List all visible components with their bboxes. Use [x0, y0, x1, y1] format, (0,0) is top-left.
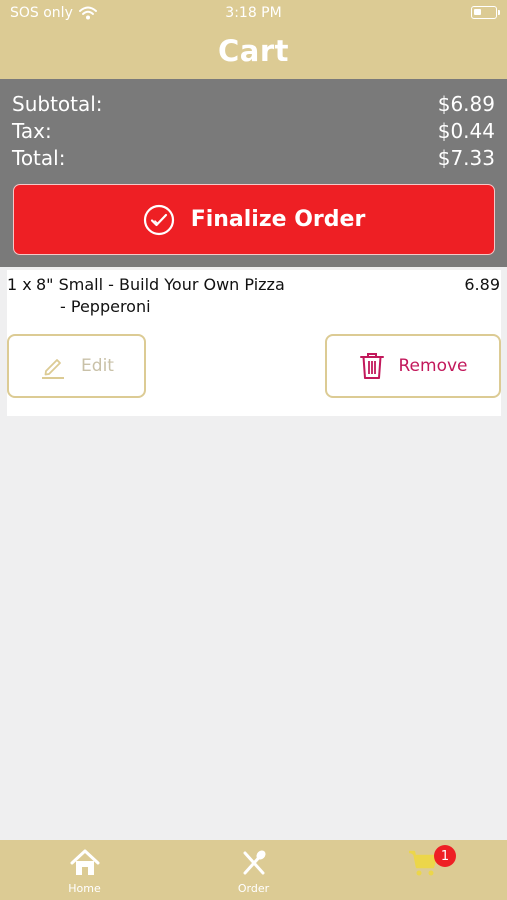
home-icon [70, 849, 99, 875]
tab-order-label: Order [237, 882, 270, 895]
item-name: 8" Small - Build Your Own Pizza [36, 275, 285, 294]
edit-label: Edit [81, 356, 114, 376]
remove-label: Remove [398, 356, 468, 376]
item-modifier: - Pepperoni [60, 297, 151, 316]
order-summary: Subtotal: $6.89 Tax: $0.44 Total: $7.33 … [0, 79, 507, 267]
tax-value: $0.44 [437, 119, 495, 143]
tax-label: Tax: [12, 119, 52, 143]
tab-cart[interactable]: 1 [338, 840, 507, 900]
finalize-order-button[interactable]: Finalize Order [13, 184, 495, 255]
remove-item-button[interactable]: Remove [325, 334, 501, 398]
pencil-icon [42, 359, 65, 379]
total-value: $7.33 [437, 146, 495, 170]
header: SOS only 3:18 PM Cart [0, 0, 507, 79]
tab-home[interactable]: Home [0, 840, 169, 900]
finalize-order-label: Finalize Order [190, 207, 366, 232]
page-title: Cart [217, 34, 290, 68]
subtotal-row: Subtotal: $6.89 [12, 91, 495, 117]
tax-row: Tax: $0.44 [12, 118, 495, 144]
item-quantity: 1 x [7, 275, 32, 294]
status-bar: SOS only 3:18 PM [0, 0, 507, 28]
fork-knife-icon [243, 850, 266, 875]
subtotal-label: Subtotal: [12, 92, 103, 116]
cart-badge: 1 [434, 845, 456, 867]
total-row: Total: $7.33 [12, 145, 495, 171]
cart-item: 1 x 8" Small - Build Your Own Pizza - Pe… [7, 270, 501, 416]
check-circle-icon [143, 204, 174, 235]
item-price: 6.89 [464, 275, 500, 294]
total-label: Total: [12, 146, 66, 170]
subtotal-value: $6.89 [437, 92, 495, 116]
edit-item-button[interactable]: Edit [7, 334, 146, 398]
tab-home-label: Home [68, 882, 101, 895]
battery-icon [471, 6, 500, 19]
tab-order[interactable]: Order [169, 840, 338, 900]
tab-bar: Home Order 1 [0, 840, 507, 900]
trash-icon [359, 353, 384, 379]
status-time: 3:18 PM [225, 5, 282, 21]
